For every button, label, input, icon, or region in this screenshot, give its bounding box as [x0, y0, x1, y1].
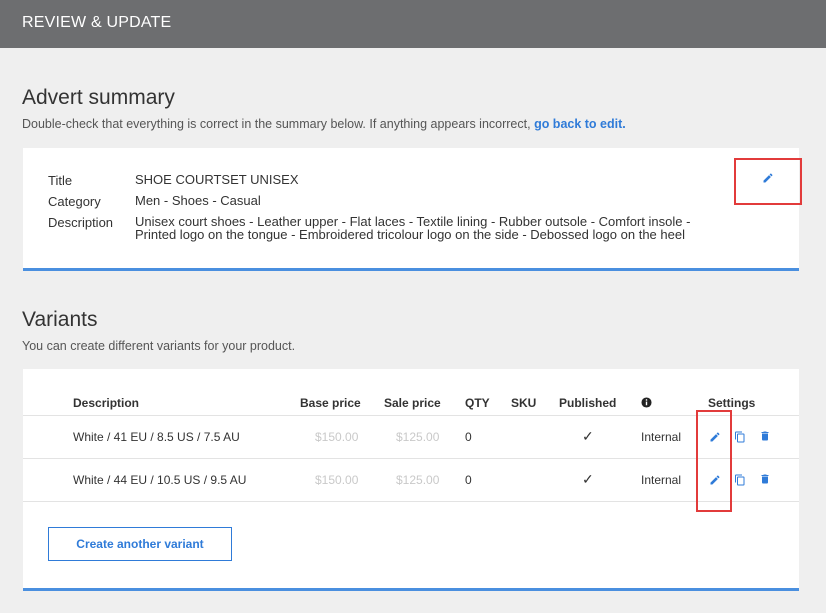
- create-another-variant-button[interactable]: Create another variant: [48, 527, 232, 561]
- page-title: REVIEW & UPDATE: [22, 14, 172, 31]
- variant-visibility: Internal: [641, 430, 682, 444]
- delete-variant-trash-icon[interactable]: [759, 430, 771, 442]
- info-icon[interactable]: [641, 397, 652, 408]
- advert-summary-subtitle-text: Double-check that everything is correct …: [22, 117, 531, 131]
- variant-qty: 0: [465, 473, 472, 487]
- col-sku: SKU: [511, 396, 537, 410]
- variant-qty: 0: [465, 430, 472, 444]
- variant-sale-price: $125.00: [396, 430, 440, 444]
- variant-base-price: $150.00: [315, 473, 359, 487]
- variant-description: White / 44 EU / 10.5 US / 9.5 AU: [73, 473, 247, 487]
- advert-summary-card: Title SHOE COURTSET UNISEX Category Men …: [23, 148, 802, 271]
- duplicate-variant-copy-icon[interactable]: [734, 474, 746, 486]
- published-check-icon: ✓: [582, 471, 594, 487]
- header-divider: [23, 415, 799, 416]
- col-settings: Settings: [708, 396, 756, 410]
- col-description: Description: [73, 396, 140, 410]
- variant-visibility: Internal: [641, 473, 682, 487]
- description-line-2: Printed logo on the tongue - Embroidered…: [135, 227, 685, 242]
- advert-summary-subtitle: Double-check that everything is correct …: [22, 117, 626, 131]
- col-base-price: Base price: [300, 396, 361, 410]
- variants-heading: Variants: [22, 308, 98, 331]
- delete-variant-trash-icon[interactable]: [759, 473, 771, 485]
- highlight-box-summary-edit: [734, 158, 802, 205]
- duplicate-variant-copy-icon[interactable]: [734, 431, 746, 443]
- published-check-icon: ✓: [582, 428, 594, 444]
- row-divider: [23, 501, 799, 502]
- description-value: Unisex court shoes - Leather upper - Fla…: [135, 215, 755, 241]
- category-value: Men - Shoes - Casual: [135, 193, 261, 208]
- highlight-box-variant-edit: [696, 410, 732, 512]
- variant-description: White / 41 EU / 8.5 US / 7.5 AU: [73, 430, 240, 444]
- row-divider: [23, 458, 799, 459]
- category-label: Category: [48, 194, 101, 209]
- variants-subtitle: You can create different variants for yo…: [22, 339, 296, 353]
- variant-base-price: $150.00: [315, 430, 359, 444]
- col-published: Published: [559, 396, 617, 410]
- variant-sale-price: $125.00: [396, 473, 440, 487]
- description-label: Description: [48, 215, 114, 230]
- top-bar: REVIEW & UPDATE: [0, 0, 826, 48]
- col-qty: QTY: [465, 396, 490, 410]
- col-sale-price: Sale price: [384, 396, 441, 410]
- advert-summary-heading: Advert summary: [22, 86, 175, 109]
- title-value: SHOE COURTSET UNISEX: [135, 172, 299, 187]
- variants-card: Description Base price Sale price QTY SK…: [23, 369, 799, 591]
- title-label: Title: [48, 173, 73, 188]
- go-back-to-edit-link[interactable]: go back to edit.: [534, 117, 626, 131]
